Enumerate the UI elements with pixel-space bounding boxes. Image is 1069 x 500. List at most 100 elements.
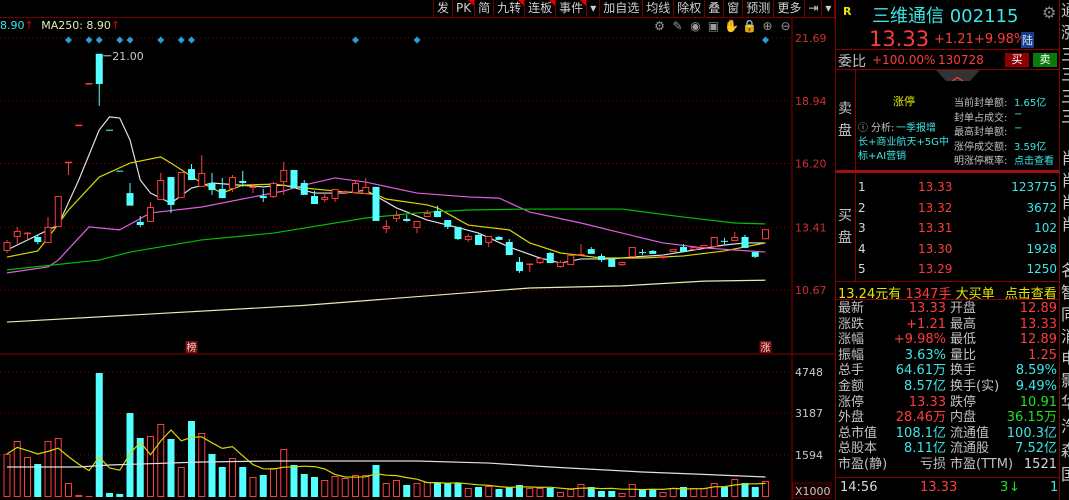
candle[interactable]: [157, 172, 165, 200]
event-marker-icon[interactable]: [177, 36, 185, 44]
candle[interactable]: [413, 220, 421, 234]
candle[interactable]: [147, 201, 154, 222]
candle[interactable]: [495, 236, 503, 240]
candle[interactable]: [331, 188, 339, 202]
volume-bar[interactable]: [270, 468, 277, 497]
volume-bar[interactable]: [628, 484, 636, 497]
volume-bar[interactable]: [34, 464, 42, 497]
volume-bar[interactable]: [259, 475, 267, 497]
candle[interactable]: [567, 255, 575, 266]
volume-bar[interactable]: [700, 488, 708, 497]
candle[interactable]: [639, 249, 646, 256]
toolbar-button[interactable]: 除权: [674, 0, 706, 17]
seal-value[interactable]: 点击查看: [1014, 152, 1054, 167]
volume-bar[interactable]: [649, 489, 657, 497]
candle[interactable]: [454, 226, 462, 240]
volume-bar[interactable]: [321, 480, 329, 497]
volume-bar[interactable]: [475, 487, 482, 497]
candle[interactable]: [167, 177, 175, 213]
volume-bar[interactable]: [167, 439, 175, 497]
candle[interactable]: [218, 177, 226, 199]
candle[interactable]: [423, 209, 431, 218]
candle[interactable]: [3, 239, 11, 253]
volume-bar[interactable]: [24, 457, 31, 497]
candle[interactable]: [669, 249, 677, 253]
candle[interactable]: [208, 172, 216, 195]
volume-bar[interactable]: [721, 487, 728, 497]
volume-bar[interactable]: [341, 478, 349, 497]
candle[interactable]: [577, 244, 585, 256]
volume-bar[interactable]: [618, 493, 626, 497]
volume-bar[interactable]: [741, 483, 749, 497]
volume-bar[interactable]: [403, 485, 411, 497]
candle[interactable]: [618, 261, 626, 267]
candle[interactable]: [54, 196, 62, 227]
candle[interactable]: [362, 177, 370, 194]
event-marker-icon[interactable]: [762, 36, 769, 44]
candle[interactable]: [372, 186, 380, 221]
volume-bar[interactable]: [44, 441, 52, 497]
toolbox-icon[interactable]: ▣: [706, 19, 721, 34]
bid-row[interactable]: 4 13.30 1928: [856, 239, 1059, 259]
candle[interactable]: [13, 226, 21, 245]
toolbar-button[interactable]: 预测: [743, 0, 775, 17]
volume-bar[interactable]: [690, 488, 698, 497]
volume-bar[interactable]: [372, 465, 380, 497]
settings-icon[interactable]: ⚙: [652, 19, 667, 34]
volume-bar[interactable]: [382, 483, 390, 497]
candle[interactable]: [721, 237, 728, 245]
candle[interactable]: [762, 229, 769, 240]
volume-bar[interactable]: [300, 474, 308, 497]
candle[interactable]: [188, 164, 195, 181]
volume-bar[interactable]: [423, 482, 431, 497]
candle[interactable]: [608, 258, 616, 267]
volume-bar[interactable]: [280, 449, 288, 497]
candle[interactable]: [198, 155, 206, 187]
volume-bar[interactable]: [577, 484, 585, 497]
candle[interactable]: [85, 83, 93, 85]
event-marker-icon[interactable]: [116, 36, 124, 44]
candle[interactable]: [516, 257, 523, 273]
volume-bar[interactable]: [505, 487, 513, 497]
volume-bar[interactable]: [362, 475, 370, 497]
toolbar-button[interactable]: ▾: [822, 0, 836, 17]
candle[interactable]: [393, 210, 400, 222]
candle[interactable]: [116, 170, 124, 172]
candle[interactable]: [505, 239, 513, 256]
bid-row[interactable]: 5 13.29 1250: [856, 259, 1059, 279]
candle[interactable]: [741, 234, 749, 248]
toolbar-button[interactable]: 加自选: [600, 0, 644, 17]
candle[interactable]: [475, 233, 482, 245]
volume-bar[interactable]: [177, 467, 185, 497]
zoom-in-icon[interactable]: ⊕: [760, 19, 775, 34]
volume-bar[interactable]: [106, 493, 113, 497]
candle[interactable]: [598, 253, 605, 262]
volume-bar[interactable]: [239, 467, 247, 497]
bid-row[interactable]: 3 13.31 102: [856, 218, 1059, 238]
volume-bar[interactable]: [13, 441, 21, 497]
hand-icon[interactable]: ✋: [724, 19, 739, 34]
candle[interactable]: [290, 169, 298, 189]
volume-bar[interactable]: [659, 492, 667, 497]
candle[interactable]: [557, 260, 564, 268]
volume-bar[interactable]: [116, 494, 124, 497]
candle[interactable]: [526, 263, 534, 272]
toolbar-button[interactable]: 简: [475, 0, 495, 17]
event-marker-icon[interactable]: [85, 36, 93, 44]
toolbar-button[interactable]: 叠: [705, 0, 725, 17]
volume-bar[interactable]: [75, 495, 83, 497]
candle[interactable]: [382, 220, 390, 234]
volume-bar[interactable]: [331, 476, 339, 497]
candle[interactable]: [710, 236, 718, 248]
volume-bar[interactable]: [249, 477, 257, 497]
volume-bar[interactable]: [147, 436, 154, 497]
event-marker-icon[interactable]: [65, 36, 72, 44]
toolbar-button[interactable]: 均线: [643, 0, 675, 17]
candle[interactable]: [44, 217, 52, 243]
candle[interactable]: [270, 181, 277, 199]
toolbar-button[interactable]: 窗: [724, 0, 744, 17]
candle[interactable]: [177, 172, 185, 199]
toolbar-button[interactable]: 发: [434, 0, 454, 17]
pen-icon[interactable]: ✎: [670, 19, 685, 34]
volume-bar[interactable]: [546, 488, 554, 497]
